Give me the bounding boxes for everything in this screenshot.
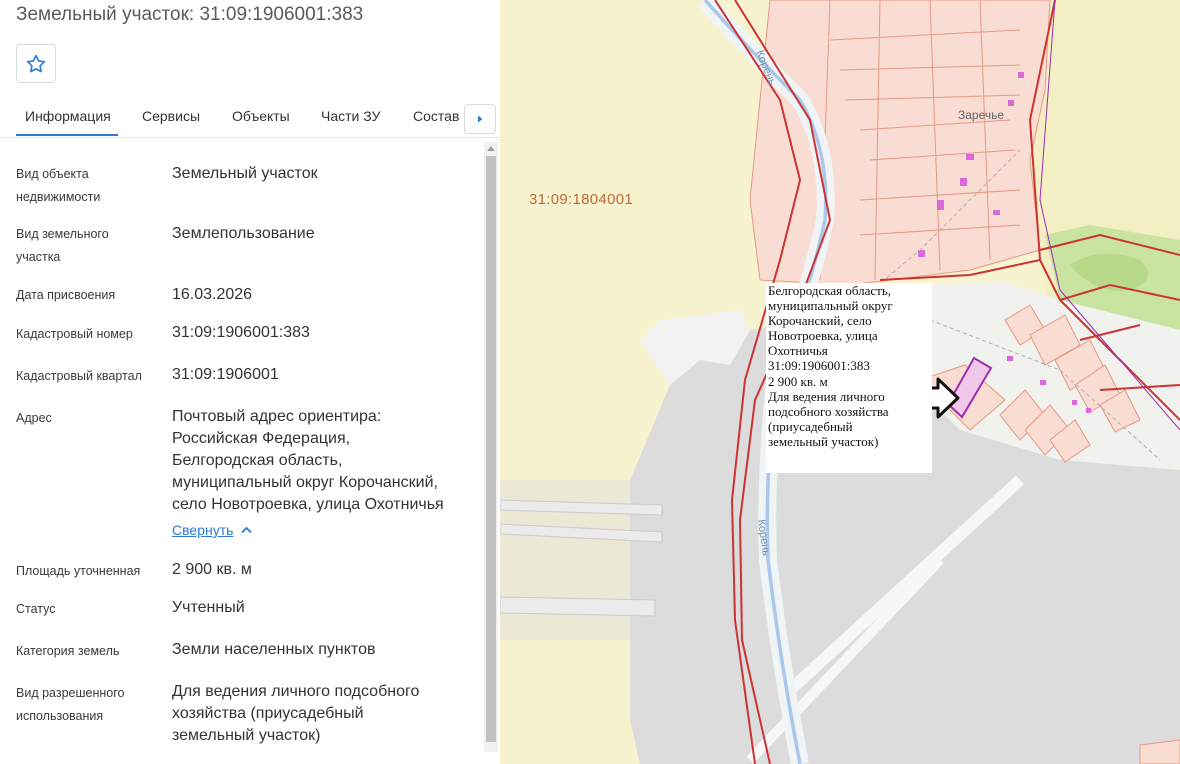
tab-bar: Информация Сервисы Объекты Части ЗУ Сост…: [0, 100, 500, 138]
scrollbar-thumb[interactable]: [486, 156, 496, 742]
star-outline-icon: [26, 54, 46, 72]
field-label: Площадь уточненная: [16, 564, 141, 578]
field-value: 31:09:1906001: [172, 366, 279, 383]
tab-information[interactable]: Информация: [25, 108, 111, 124]
tab-objects[interactable]: Объекты: [232, 108, 290, 124]
tab-composition[interactable]: Состав: [413, 108, 459, 124]
settlement-label: Заречье: [958, 108, 1005, 122]
field-label: Кадастровый квартал: [16, 369, 142, 383]
field-label: Вид разрешенного использования: [16, 686, 125, 723]
collapse-address-link[interactable]: Свернуть: [172, 522, 253, 538]
info-panel: Земельный участок: 31:09:1906001:383 Инф…: [0, 0, 500, 764]
chevron-right-icon: [478, 115, 483, 123]
page-title: Земельный участок: 31:09:1906001:383: [16, 4, 364, 25]
tab-land-parts[interactable]: Части ЗУ: [321, 108, 380, 124]
field-value: Землепользование: [172, 225, 315, 242]
collapse-link-label: Свернуть: [172, 522, 234, 538]
field-label: Вид объекта недвижимости: [16, 167, 101, 204]
field-value: 31:09:1906001:383: [172, 324, 310, 341]
field-value: 2 900 кв. м: [172, 561, 252, 578]
field-label: Статус: [16, 602, 56, 616]
field-label: Адрес: [16, 411, 52, 425]
field-label: Кадастровый номер: [16, 327, 133, 341]
field-value: Земли населенных пунктов: [172, 641, 376, 658]
parcel-info-popup: Белгородская область, муниципальный окру…: [766, 283, 932, 473]
field-value: Для ведения личного подсобного хозяйства…: [172, 683, 420, 744]
panel-scrollbar[interactable]: [484, 142, 498, 752]
chevron-up-icon: [241, 526, 253, 534]
field-value: Почтовый адрес ориентира: Российская Фед…: [172, 408, 444, 513]
field-value: Земельный участок: [172, 165, 318, 182]
field-value: Учтенный: [172, 599, 245, 616]
field-value: 16.03.2026: [172, 286, 253, 303]
active-tab-indicator: [16, 134, 118, 136]
cadastral-quarter-label: 31:09:1804001: [529, 191, 633, 208]
scroll-up-arrow[interactable]: [484, 142, 498, 154]
tab-services[interactable]: Сервисы: [142, 108, 200, 124]
field-label: Вид земельного участка: [16, 227, 109, 264]
cadastral-map[interactable]: Корень Корень 31:09:1804001 Заречье Белг…: [500, 0, 1180, 764]
field-label: Дата присвоения: [16, 288, 116, 302]
field-label: Категория земель: [16, 644, 120, 658]
triangle-up-icon: [487, 146, 495, 151]
tabs-scroll-right-button[interactable]: [464, 104, 496, 134]
favorite-button[interactable]: [16, 44, 56, 83]
